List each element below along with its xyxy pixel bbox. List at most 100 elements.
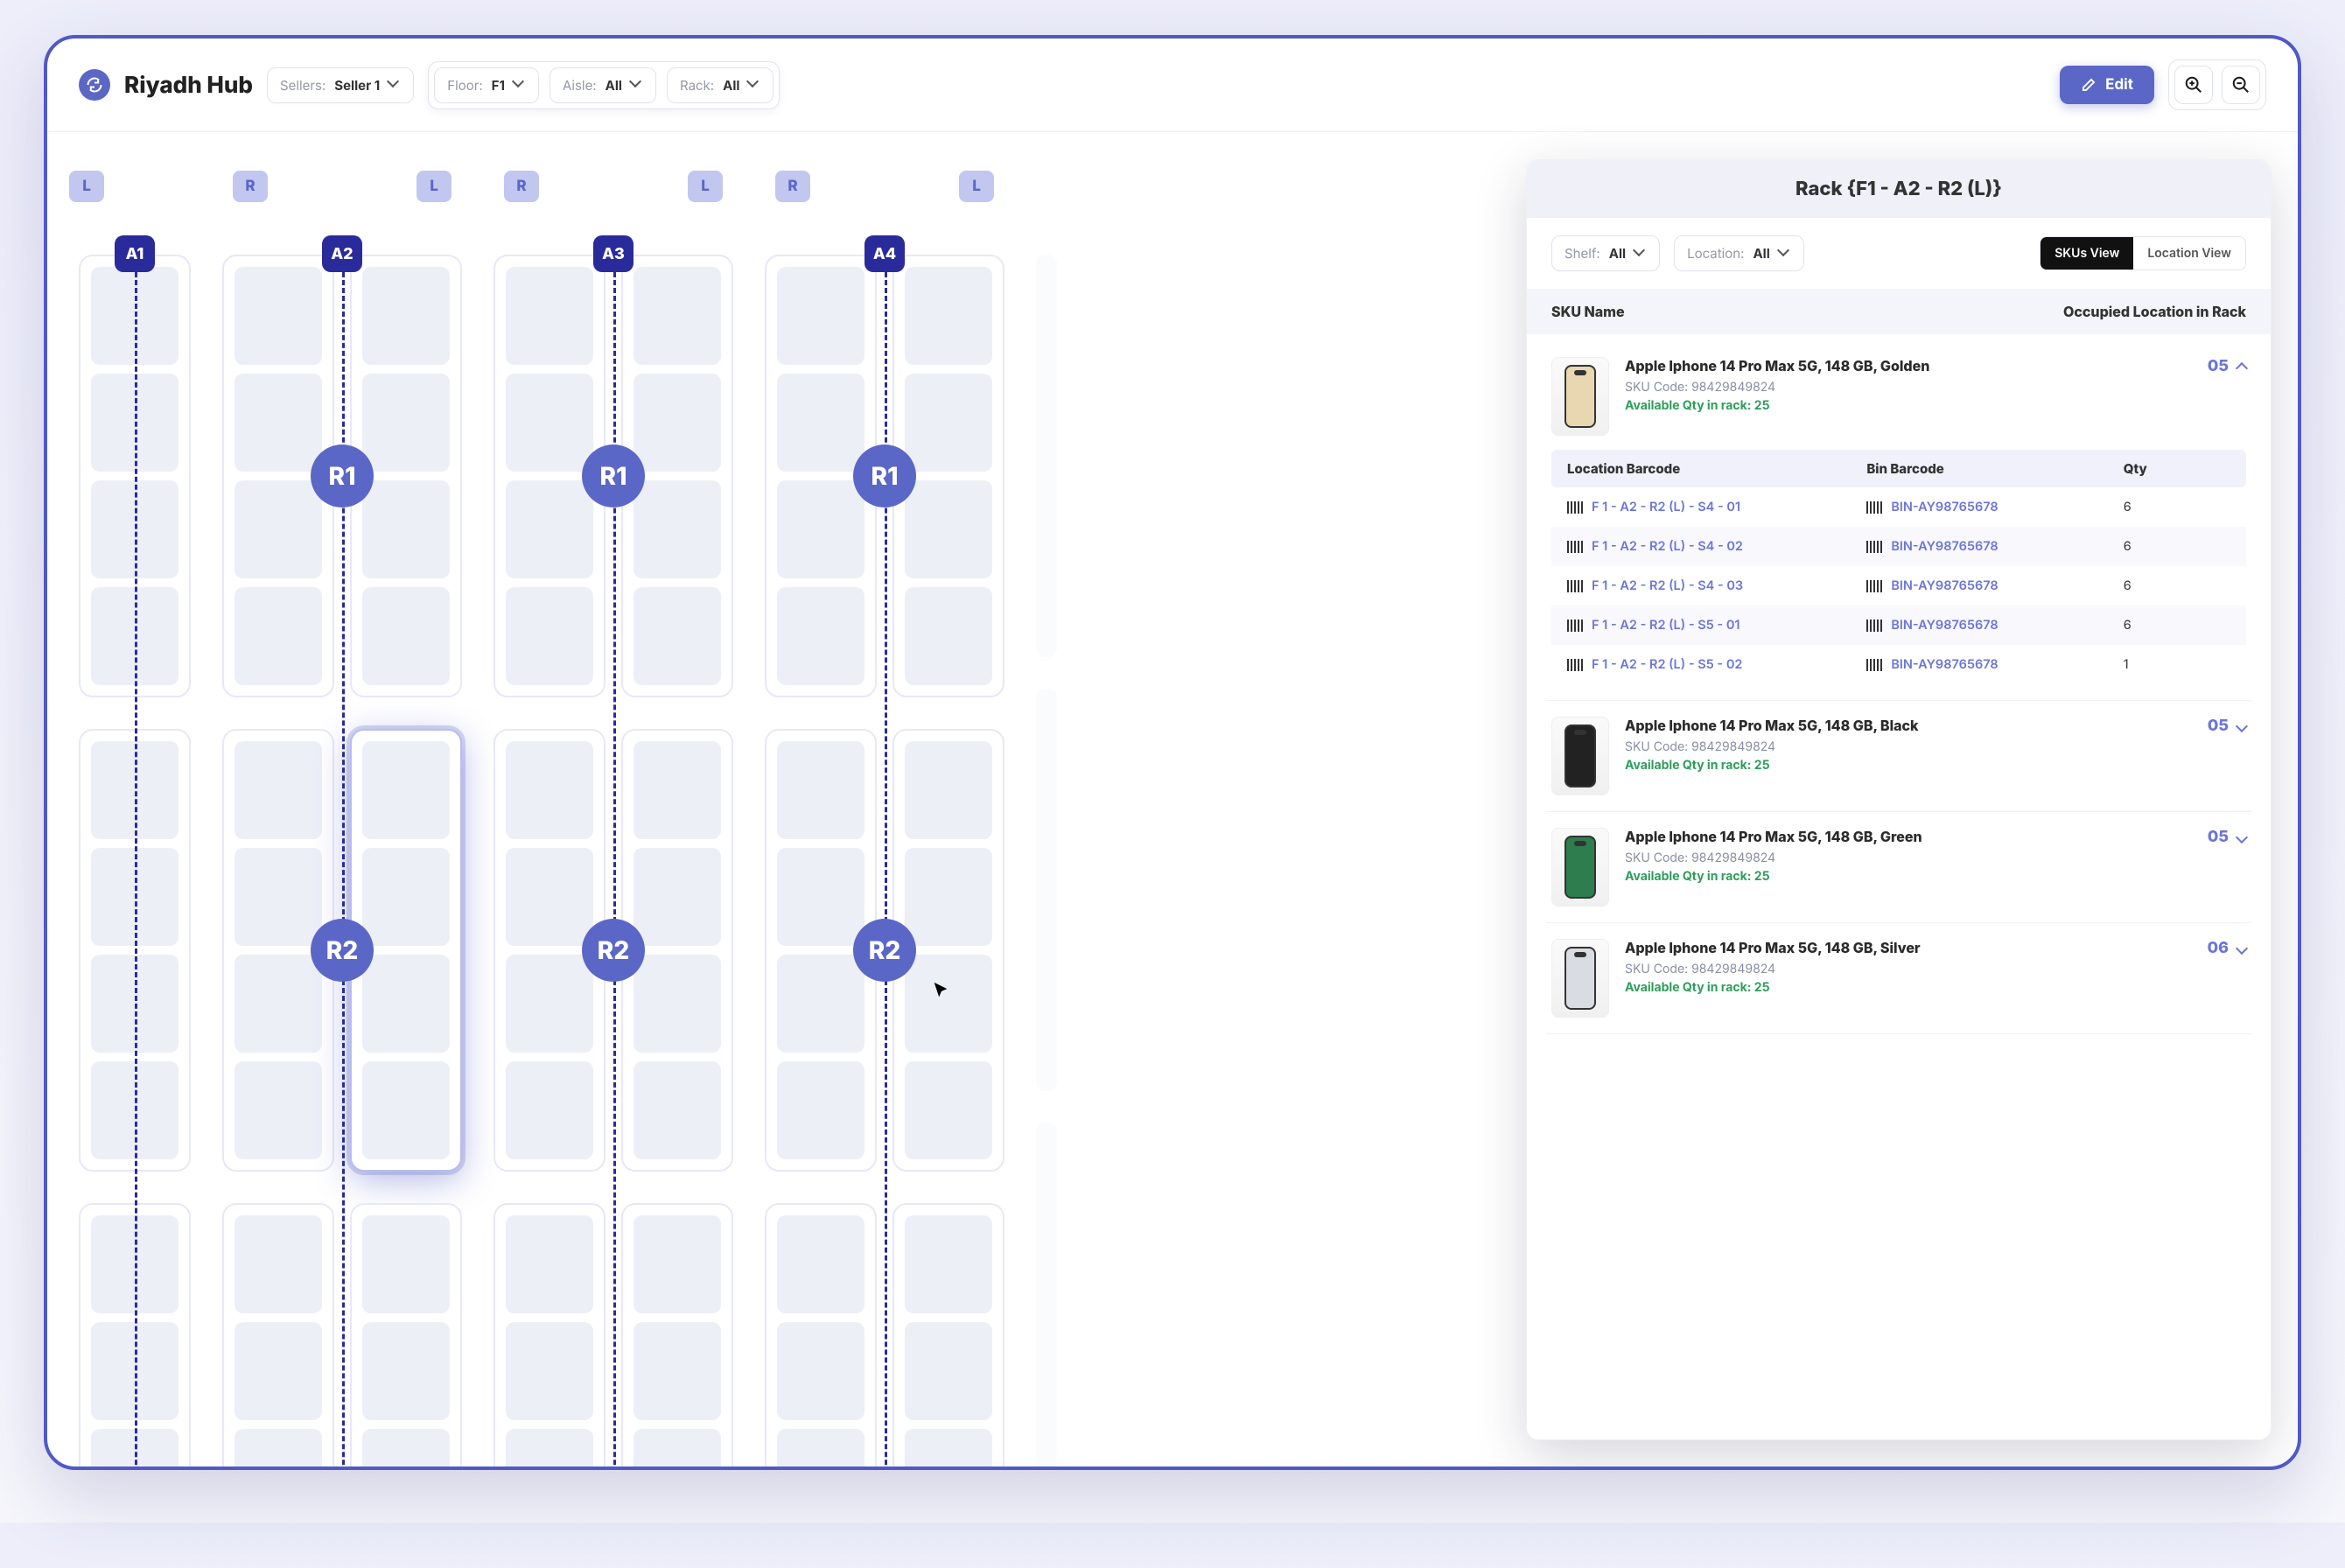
shelf-slot bbox=[905, 1061, 992, 1159]
shelf-select[interactable]: Shelf: All bbox=[1551, 235, 1660, 271]
rack-label[interactable]: R1 bbox=[853, 444, 916, 508]
location-barcode: F 1 - A2 - R2 (L) - S4 - 02 bbox=[1567, 539, 1866, 554]
shelf-slot bbox=[362, 848, 450, 946]
barcode-icon bbox=[1567, 541, 1583, 553]
shelf-slot bbox=[506, 955, 593, 1053]
location-row[interactable]: F 1 - A2 - R2 (L) - S4 - 01BIN-AY9876567… bbox=[1551, 487, 2246, 527]
aisle-A1: LA1R1R2 bbox=[79, 171, 191, 1470]
chevron-down-icon bbox=[2236, 942, 2248, 954]
sku-name: Apple Iphone 14 Pro Max 5G, 148 GB, Gree… bbox=[1625, 828, 2192, 847]
sku-occupied-count[interactable]: 05 bbox=[2208, 717, 2246, 735]
side-label-left: L bbox=[688, 171, 723, 202]
edit-button[interactable]: Edit bbox=[2060, 66, 2154, 104]
chevron-down-icon bbox=[1634, 248, 1647, 260]
sku-count-value: 05 bbox=[2208, 357, 2229, 375]
sku-item[interactable]: Apple Iphone 14 Pro Max 5G, 148 GB, Blac… bbox=[1546, 701, 2251, 812]
location-select[interactable]: Location: All bbox=[1674, 235, 1804, 271]
location-row[interactable]: F 1 - A2 - R2 (L) - S4 - 02BIN-AY9876567… bbox=[1551, 527, 2246, 566]
view-location-tab[interactable]: Location View bbox=[2133, 237, 2245, 270]
rack-side-L[interactable] bbox=[892, 1203, 1004, 1470]
rack-side-R[interactable] bbox=[222, 1203, 334, 1470]
location-row[interactable]: F 1 - A2 - R2 (L) - S5 - 01BIN-AY9876567… bbox=[1551, 606, 2246, 645]
rack-side-R[interactable] bbox=[494, 1203, 606, 1470]
location-row[interactable]: F 1 - A2 - R2 (L) - S5 - 02BIN-AY9876567… bbox=[1551, 645, 2246, 684]
barcode-icon bbox=[1866, 620, 1882, 632]
zoom-out-button[interactable] bbox=[2222, 66, 2260, 104]
rack-label[interactable]: R2 bbox=[582, 919, 645, 982]
sku-item[interactable]: Apple Iphone 14 Pro Max 5G, 148 GB, Gree… bbox=[1546, 812, 2251, 923]
side-label-left: L bbox=[959, 171, 994, 202]
rack-label[interactable]: R1 bbox=[582, 444, 645, 508]
sku-image bbox=[1551, 828, 1609, 906]
location-value: All bbox=[1753, 245, 1769, 262]
chevron-down-icon bbox=[1779, 248, 1791, 260]
location-qty: 6 bbox=[2124, 578, 2230, 593]
shelf-slot bbox=[506, 1215, 593, 1313]
barcode-icon bbox=[1866, 501, 1882, 514]
sku-occupied-count[interactable]: 05 bbox=[2208, 828, 2246, 846]
view-skus-tab[interactable]: SKUs View bbox=[2040, 237, 2133, 270]
rack-side-R[interactable] bbox=[765, 1203, 877, 1470]
rack-label[interactable]: R1 bbox=[311, 444, 374, 508]
sku-occupied-count[interactable]: 05 bbox=[2208, 357, 2246, 375]
rack-label: Rack: bbox=[680, 77, 714, 94]
pencil-icon bbox=[2081, 77, 2096, 93]
rack-detail-panel: Rack {F1 - A2 - R2 (L)} Shelf: All Locat… bbox=[1526, 159, 2272, 1440]
rack-side-L[interactable] bbox=[621, 1203, 733, 1470]
floor-value: F1 bbox=[492, 77, 505, 94]
shelf-slot bbox=[506, 267, 593, 365]
sku-occupied-count[interactable]: 06 bbox=[2208, 939, 2246, 957]
location-qty: 6 bbox=[2124, 618, 2230, 633]
location-filter-cluster: Floor: F1 Aisle: All Rack: All bbox=[428, 61, 780, 109]
location-barcode: F 1 - A2 - R2 (L) - S4 - 01 bbox=[1567, 500, 1866, 514]
zoom-in-button[interactable] bbox=[2174, 66, 2213, 104]
aisle-tag[interactable]: A3 bbox=[593, 235, 634, 272]
rack-label[interactable]: R2 bbox=[853, 919, 916, 982]
view-toggle: SKUs View Location View bbox=[2040, 236, 2246, 270]
aisle-tag[interactable]: A4 bbox=[864, 235, 905, 272]
sku-item[interactable]: Apple Iphone 14 Pro Max 5G, 148 GB, Gold… bbox=[1546, 341, 2251, 701]
sku-name: Apple Iphone 14 Pro Max 5G, 148 GB, Blac… bbox=[1625, 717, 2192, 736]
shelf-slot bbox=[234, 1061, 322, 1159]
chevron-up-icon bbox=[2236, 361, 2248, 374]
chevron-down-icon bbox=[388, 79, 401, 91]
shelf-slot bbox=[362, 1061, 450, 1159]
bin-barcode: BIN-AY98765678 bbox=[1866, 657, 2123, 672]
shelf-slot bbox=[234, 1429, 322, 1470]
barcode-icon bbox=[1567, 659, 1583, 671]
rack-label[interactable]: R2 bbox=[311, 919, 374, 982]
shelf-slot bbox=[234, 848, 322, 946]
sku-name: Apple Iphone 14 Pro Max 5G, 148 GB, Gold… bbox=[1625, 357, 2192, 376]
aisle-tag[interactable]: A1 bbox=[115, 235, 155, 272]
phone-icon bbox=[1564, 836, 1596, 899]
aisle-tag[interactable]: A2 bbox=[322, 235, 362, 272]
sku-code: SKU Code: 98429849824 bbox=[1625, 962, 2192, 976]
sku-image bbox=[1551, 357, 1609, 436]
shelf-slot bbox=[777, 267, 864, 365]
col-sku-name: SKU Name bbox=[1551, 303, 1625, 320]
shelf-slot bbox=[506, 1061, 593, 1159]
shelf-value: All bbox=[1609, 245, 1626, 262]
chevron-down-icon bbox=[514, 79, 526, 91]
aisle-center-line bbox=[135, 272, 137, 1470]
rack-side-L[interactable] bbox=[350, 1203, 462, 1470]
floor-select[interactable]: Floor: F1 bbox=[434, 67, 539, 103]
bin-barcode: BIN-AY98765678 bbox=[1866, 618, 2123, 633]
sku-item[interactable]: Apple Iphone 14 Pro Max 5G, 148 GB, Silv… bbox=[1546, 923, 2251, 1034]
shelf-slot bbox=[634, 374, 721, 472]
aisle-select[interactable]: Aisle: All bbox=[550, 67, 656, 103]
aisle-A3: RLA3R1R2 bbox=[494, 171, 733, 1470]
sku-code: SKU Code: 98429849824 bbox=[1625, 739, 2192, 754]
chevron-down-icon bbox=[748, 79, 760, 91]
page-title: Riyadh Hub bbox=[124, 72, 253, 99]
shelf-slot bbox=[905, 1429, 992, 1470]
shelf-label: Shelf: bbox=[1564, 245, 1600, 262]
sku-available-qty: Available Qty in rack: 25 bbox=[1625, 869, 2192, 884]
rack-select[interactable]: Rack: All bbox=[667, 67, 774, 103]
location-row[interactable]: F 1 - A2 - R2 (L) - S4 - 03BIN-AY9876567… bbox=[1551, 566, 2246, 606]
barcode-icon bbox=[1567, 580, 1583, 592]
sellers-select[interactable]: Sellers: Seller 1 bbox=[267, 67, 414, 103]
shelf-slot bbox=[777, 587, 864, 685]
sku-list[interactable]: Apple Iphone 14 Pro Max 5G, 148 GB, Gold… bbox=[1527, 334, 2271, 1439]
shelf-slot bbox=[777, 374, 864, 472]
